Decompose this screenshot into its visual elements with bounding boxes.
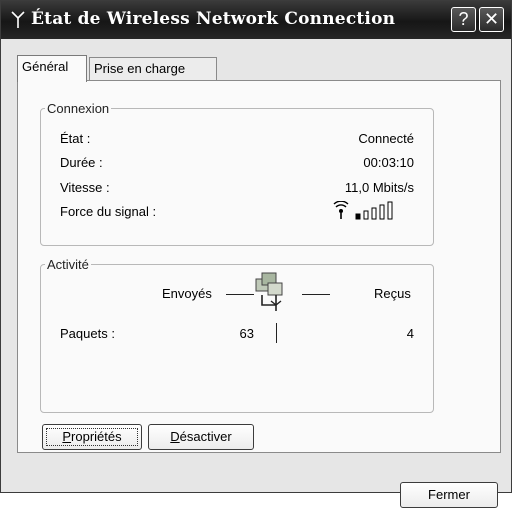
packets-sent-value: 63 <box>239 326 254 341</box>
disable-button[interactable]: Désactiver <box>148 424 254 450</box>
speed-label: Vitesse : <box>60 180 110 195</box>
network-computers-icon <box>255 272 283 311</box>
tab-panel-general: Connexion État : Connecté Durée : 00:03:… <box>17 80 501 453</box>
status-value: Connecté <box>358 131 414 146</box>
signal-strength-label: Force du signal : <box>60 204 157 219</box>
antenna-icon <box>11 11 25 28</box>
signal-bar <box>363 210 369 220</box>
dialog-window: État de Wireless Network Connection ? ✕ … <box>0 0 512 508</box>
packets-received-value: 4 <box>406 326 414 341</box>
activity-group-legend: Activité <box>47 257 89 272</box>
packets-divider <box>276 323 277 343</box>
tab-support[interactable]: Prise en charge <box>89 57 217 81</box>
disable-button-label: ésactiver <box>179 429 232 444</box>
properties-button-label: ropriétés <box>71 429 122 444</box>
help-button[interactable]: ? <box>451 7 476 32</box>
tab-general[interactable]: Général <box>17 55 87 82</box>
duration-value: 00:03:10 <box>363 155 414 170</box>
disable-button-mnemonic: D <box>170 429 180 444</box>
speed-value: 11,0 Mbits/s <box>344 180 414 195</box>
close-button[interactable]: Fermer <box>400 482 498 508</box>
properties-button-mnemonic: P <box>62 429 72 444</box>
packets-label: Paquets : <box>60 326 115 341</box>
properties-button[interactable]: Propriétés <box>42 424 142 450</box>
duration-label: Durée : <box>60 155 103 170</box>
signal-bar <box>379 204 385 220</box>
received-label: Reçus <box>374 286 411 301</box>
connection-group: Connexion <box>40 101 434 246</box>
signal-strength-icon <box>333 201 393 220</box>
received-connector-line <box>302 294 330 295</box>
window-title: État de Wireless Network Connection <box>31 9 396 29</box>
signal-bar <box>371 207 377 220</box>
signal-bar <box>355 213 361 220</box>
status-label: État : <box>60 131 91 146</box>
sent-label: Envoyés <box>162 286 212 301</box>
connection-group-legend: Connexion <box>47 101 110 116</box>
title-bar[interactable]: État de Wireless Network Connection ? ✕ <box>1 1 511 39</box>
signal-bar <box>387 201 393 220</box>
sent-connector-line <box>226 294 254 295</box>
close-window-button[interactable]: ✕ <box>479 7 504 32</box>
